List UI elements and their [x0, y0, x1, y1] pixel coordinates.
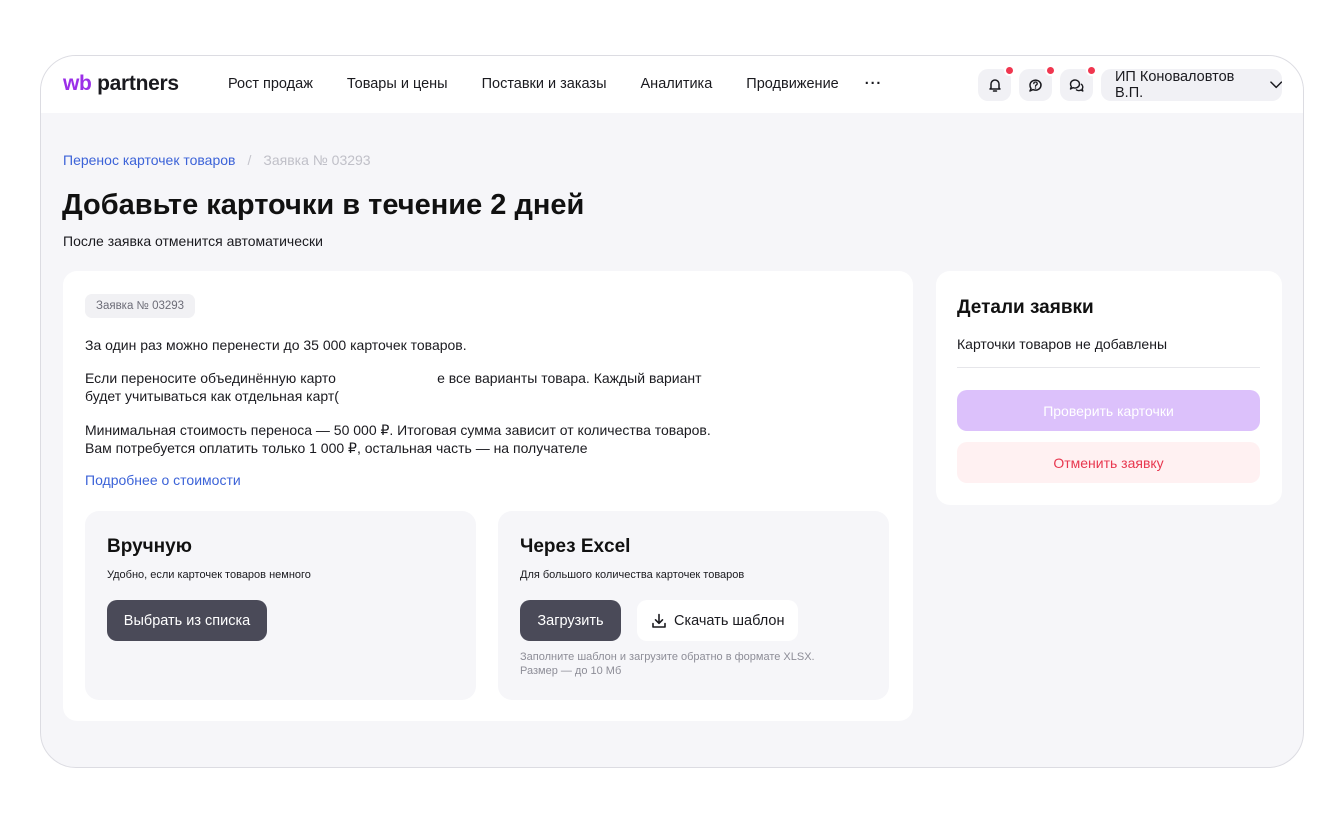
notification-dot — [1004, 65, 1015, 76]
request-details-status: Карточки товаров не добавлены — [957, 336, 1167, 352]
divider — [957, 367, 1260, 368]
logo[interactable]: wb partners — [63, 72, 179, 96]
choose-from-list-button[interactable]: Выбрать из списка — [107, 600, 267, 641]
excel-option-card: Через Excel Для большого количества карт… — [498, 511, 889, 700]
excel-option-title: Через Excel — [520, 536, 631, 557]
main-nav: Рост продаж Товары и цены Поставки и зак… — [228, 76, 882, 92]
user-name: ИП Коноваловтов В.П. — [1115, 69, 1235, 101]
cost-details-link[interactable]: Подробнее о стоимости — [85, 472, 241, 488]
request-details-title: Детали заявки — [957, 297, 1094, 318]
nav-item-promotion[interactable]: Продвижение — [746, 76, 838, 92]
bell-icon — [988, 78, 1001, 92]
chevron-down-icon — [1269, 81, 1282, 89]
page-title: Добавьте карточки в течение 2 дней — [62, 189, 585, 221]
download-template-label: Скачать шаблон — [674, 612, 785, 629]
nav-item-sales-growth[interactable]: Рост продаж — [228, 76, 313, 92]
nav-item-products-prices[interactable]: Товары и цены — [347, 76, 448, 92]
upload-hint: Заполните шаблон и загрузите обратно в ф… — [520, 650, 880, 678]
download-icon — [652, 613, 666, 628]
request-number-badge: Заявка № 03293 — [85, 294, 196, 318]
page-subtitle: После заявка отменится автоматически — [63, 233, 323, 249]
logo-partners: partners — [97, 72, 179, 95]
cost-text: Минимальная стоимость переноса — 50 000 … — [85, 421, 785, 457]
check-cards-button[interactable]: Проверить карточки — [957, 390, 1260, 431]
merged-card-text-line2: будет учитываться как отдельная карт( — [85, 388, 339, 404]
support-dot — [1045, 65, 1056, 76]
chat-dot — [1086, 65, 1097, 76]
request-details-card: Детали заявки Карточки товаров не добавл… — [936, 271, 1282, 505]
limit-text: За один раз можно перенести до 35 000 ка… — [85, 337, 467, 353]
manual-option-desc: Удобно, если карточек товаров немного — [107, 569, 311, 581]
cost-text-line2: Вам потребуется оплатить только 1 000 ₽,… — [85, 440, 588, 456]
breadcrumb-separator: / — [247, 152, 252, 168]
breadcrumb: Перенос карточек товаров / Заявка № 0329… — [63, 152, 371, 168]
breadcrumb-parent-link[interactable]: Перенос карточек товаров — [63, 152, 235, 168]
upload-button[interactable]: Загрузить — [520, 600, 621, 641]
merged-card-text: Если переносите объединённую карто е все… — [85, 369, 785, 405]
top-bar: wb partners Рост продаж Товары и цены По… — [41, 56, 1303, 113]
support-button[interactable] — [1019, 65, 1056, 101]
support-icon — [1029, 78, 1042, 92]
nav-item-analytics[interactable]: Аналитика — [641, 76, 713, 92]
user-menu-button[interactable]: ИП Коноваловтов В.П. — [1101, 69, 1282, 101]
request-card: Заявка № 03293 За один раз можно перенес… — [63, 271, 913, 721]
nav-item-supplies-orders[interactable]: Поставки и заказы — [482, 76, 607, 92]
chat-icon — [1069, 78, 1084, 92]
app-window: wb partners Рост продаж Товары и цены По… — [40, 55, 1304, 768]
upload-hint-line1: Заполните шаблон и загрузите обратно в ф… — [520, 651, 815, 663]
merged-card-text-line1: Если переносите объединённую карто е все… — [85, 370, 702, 386]
manual-option-card: Вручную Удобно, если карточек товаров не… — [85, 511, 476, 700]
download-template-button[interactable]: Скачать шаблон — [637, 600, 799, 641]
notifications-button[interactable] — [978, 65, 1015, 101]
cancel-request-button[interactable]: Отменить заявку — [957, 442, 1260, 483]
breadcrumb-current: Заявка № 03293 — [263, 152, 371, 168]
cost-text-line1: Минимальная стоимость переноса — 50 000 … — [85, 422, 711, 438]
manual-option-title: Вручную — [107, 536, 192, 557]
upload-hint-line2: Размер — до 10 Мб — [520, 665, 622, 677]
nav-more-button[interactable]: ··· — [865, 76, 883, 92]
logo-wb: wb — [63, 72, 92, 95]
excel-option-desc: Для большого количества карточек товаров — [520, 569, 745, 581]
chat-button[interactable] — [1060, 65, 1097, 101]
